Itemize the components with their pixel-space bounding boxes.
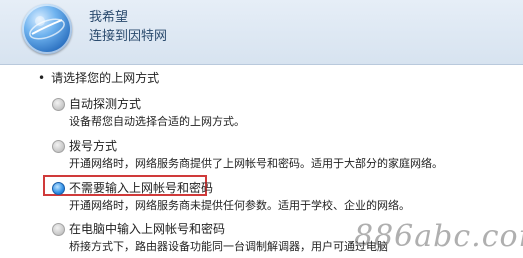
bullet-icon: • [38, 71, 46, 85]
header-banner: 我希望 连接到因特网 [0, 0, 523, 65]
radio-no-credentials[interactable] [52, 182, 65, 195]
radio-auto-detect[interactable] [52, 98, 65, 111]
header-subtitle: 连接到因特网 [89, 29, 168, 44]
option-description: 开通网络时，网络服务商未提供任何参数。适用于学校、企业的网络。 [69, 199, 410, 212]
header-title: 我希望 [89, 10, 129, 25]
option-title: 拨号方式 [69, 139, 118, 153]
watermark: 886abc.com [354, 219, 523, 254]
section-label: • 请选择您的上网方式 [38, 71, 160, 85]
option-description: 开通网络时，网络服务商提供了上网帐号和密码。适用于大部分的家庭网络。 [69, 157, 443, 170]
radio-dialup[interactable] [52, 140, 65, 153]
option-title: 不需要输入上网帐号和密码 [69, 181, 214, 195]
option-description: 桥接方式下，路由器设备功能同一台调制解调器，用户可通过电脑 [69, 240, 388, 253]
radio-pc-credentials[interactable] [52, 223, 65, 236]
option-description: 设备帮您自动选择合适的上网方式。 [69, 115, 245, 128]
option-title: 自动探测方式 [69, 97, 142, 111]
option-title: 在电脑中输入上网帐号和密码 [69, 222, 226, 236]
globe-icon [22, 4, 72, 54]
